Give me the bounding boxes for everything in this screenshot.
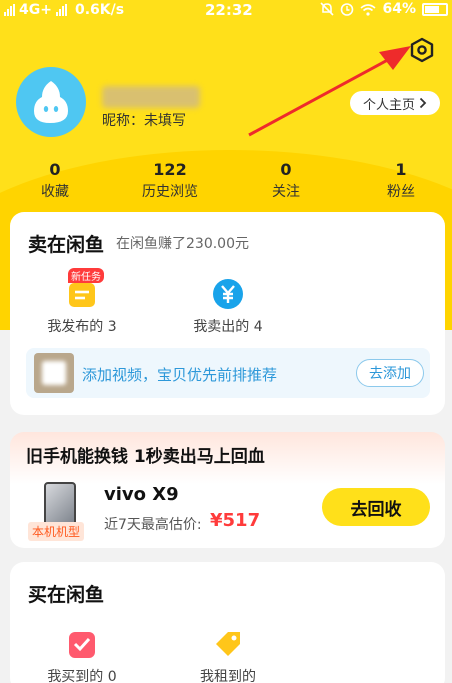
rented-icon <box>216 632 240 656</box>
price-value: ¥517 <box>210 510 261 531</box>
phone-image <box>44 482 76 526</box>
my-published-label: 我发布的 3 <box>47 319 117 335</box>
add-video-tip[interactable]: 添加视频，宝贝优先前排推荐 去添加 <box>26 348 430 398</box>
my-sold-label: 我卖出的 4 <box>193 319 263 335</box>
annotation-arrow <box>248 46 411 137</box>
wifi-icon <box>360 3 377 16</box>
profile-page-button[interactable]: 个人主页 <box>350 91 440 115</box>
sell-card-title: 卖在闲鱼 <box>28 234 105 256</box>
my-rented-item[interactable]: 我租到的 <box>168 628 288 683</box>
price-label: 近7天最高估价: <box>104 517 202 533</box>
stat-following[interactable]: 0 关注 <box>231 160 341 201</box>
sell-card: 卖在闲鱼 在闲鱼赚了230.00元 新任务 我发布的 3 我卖出的 4 添加视频… <box>10 212 445 415</box>
my-bought-label: 我买到的 0 <box>47 669 117 683</box>
stat-value: 1 <box>395 160 407 179</box>
network-speed: 0.6K/s <box>74 2 125 18</box>
add-video-tip-text: 添加视频，宝贝优先前排推荐 <box>82 366 278 384</box>
signal-icon <box>4 4 15 16</box>
chevron-right-icon <box>419 97 427 109</box>
nickname-text: 昵称：未填写 <box>102 113 186 129</box>
product-thumbnail <box>34 353 74 393</box>
my-bought-item[interactable]: 我买到的 0 <box>22 628 142 683</box>
stat-label: 粉丝 <box>387 184 415 200</box>
stat-value: 122 <box>153 160 187 179</box>
stat-label: 关注 <box>272 184 300 200</box>
battery-percent: 64% <box>382 1 416 17</box>
avatar[interactable] <box>16 67 86 137</box>
mute-bell-icon <box>320 2 335 16</box>
stat-value: 0 <box>49 160 61 179</box>
alarm-icon <box>341 3 354 16</box>
fish-mascot-icon <box>34 81 68 123</box>
stats-row: 0 收藏 122 历史浏览 0 关注 1 粉丝 <box>0 160 452 200</box>
recycle-card-title: 旧手机能换钱 1秒卖出马上回血 <box>26 447 265 467</box>
username-redacted <box>102 86 200 108</box>
my-rented-label: 我租到的 <box>200 669 256 683</box>
stat-history[interactable]: 122 历史浏览 <box>115 160 225 201</box>
bought-icon <box>69 632 95 658</box>
my-sold-item[interactable]: 我卖出的 4 <box>168 278 288 336</box>
stat-label: 收藏 <box>41 184 69 200</box>
stat-fans[interactable]: 1 粉丝 <box>346 160 452 201</box>
stat-label: 历史浏览 <box>142 184 198 200</box>
phone-name: vivo X9 <box>104 484 179 505</box>
battery-icon <box>422 2 448 16</box>
buy-card-title: 买在闲鱼 <box>28 584 105 606</box>
sell-card-subtitle: 在闲鱼赚了230.00元 <box>116 236 249 252</box>
recycle-button[interactable]: 去回收 <box>322 488 430 526</box>
new-task-badge: 新任务 <box>68 268 104 283</box>
recycle-card: 旧手机能换钱 1秒卖出马上回血 本机机型 vivo X9 近7天最高估价: ¥5… <box>10 432 445 548</box>
my-published-item[interactable]: 新任务 我发布的 3 <box>22 268 142 336</box>
profile-page-label: 个人主页 <box>362 97 415 113</box>
go-add-button[interactable]: 去添加 <box>356 359 424 387</box>
signal-icon <box>55 4 67 16</box>
network-type: 4G+ <box>19 2 52 18</box>
stat-value: 0 <box>280 160 292 179</box>
clock: 22:32 <box>205 1 253 19</box>
phone-model-tag: 本机机型 <box>28 522 85 541</box>
yuan-icon <box>213 279 243 309</box>
stat-favorites[interactable]: 0 收藏 <box>0 160 110 201</box>
buy-card: 买在闲鱼 我买到的 0 我租到的 <box>10 562 445 683</box>
status-bar: 4G+ 0.6K/s 22:32 64% <box>0 0 452 22</box>
